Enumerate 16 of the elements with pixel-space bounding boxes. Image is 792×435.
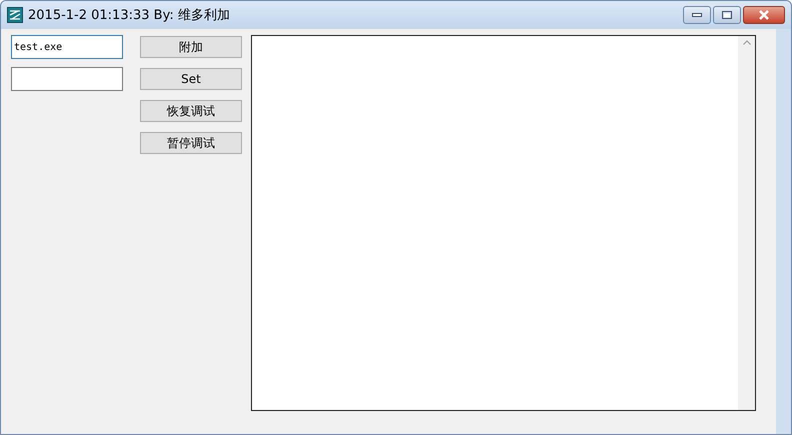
action-button[interactable]: 暂停调试 <box>140 132 242 154</box>
scrollbar[interactable] <box>738 36 755 410</box>
scroll-up-icon[interactable] <box>742 40 750 45</box>
text-field[interactable]: test.exe <box>11 35 123 59</box>
action-button[interactable]: Set <box>140 68 242 90</box>
action-button[interactable]: 附加 <box>140 36 242 58</box>
maximize-icon <box>722 11 732 19</box>
minimize-button[interactable] <box>683 6 711 24</box>
maximize-button[interactable] <box>713 6 741 24</box>
window-title: 2015-1-2 01:13:33 By: 维多利加 <box>28 7 231 24</box>
text-field[interactable] <box>11 67 123 91</box>
close-button[interactable] <box>743 6 785 24</box>
app-icon <box>7 7 23 23</box>
close-icon <box>758 10 770 20</box>
action-button[interactable]: 恢复调试 <box>140 100 242 122</box>
minimize-icon <box>692 13 702 17</box>
